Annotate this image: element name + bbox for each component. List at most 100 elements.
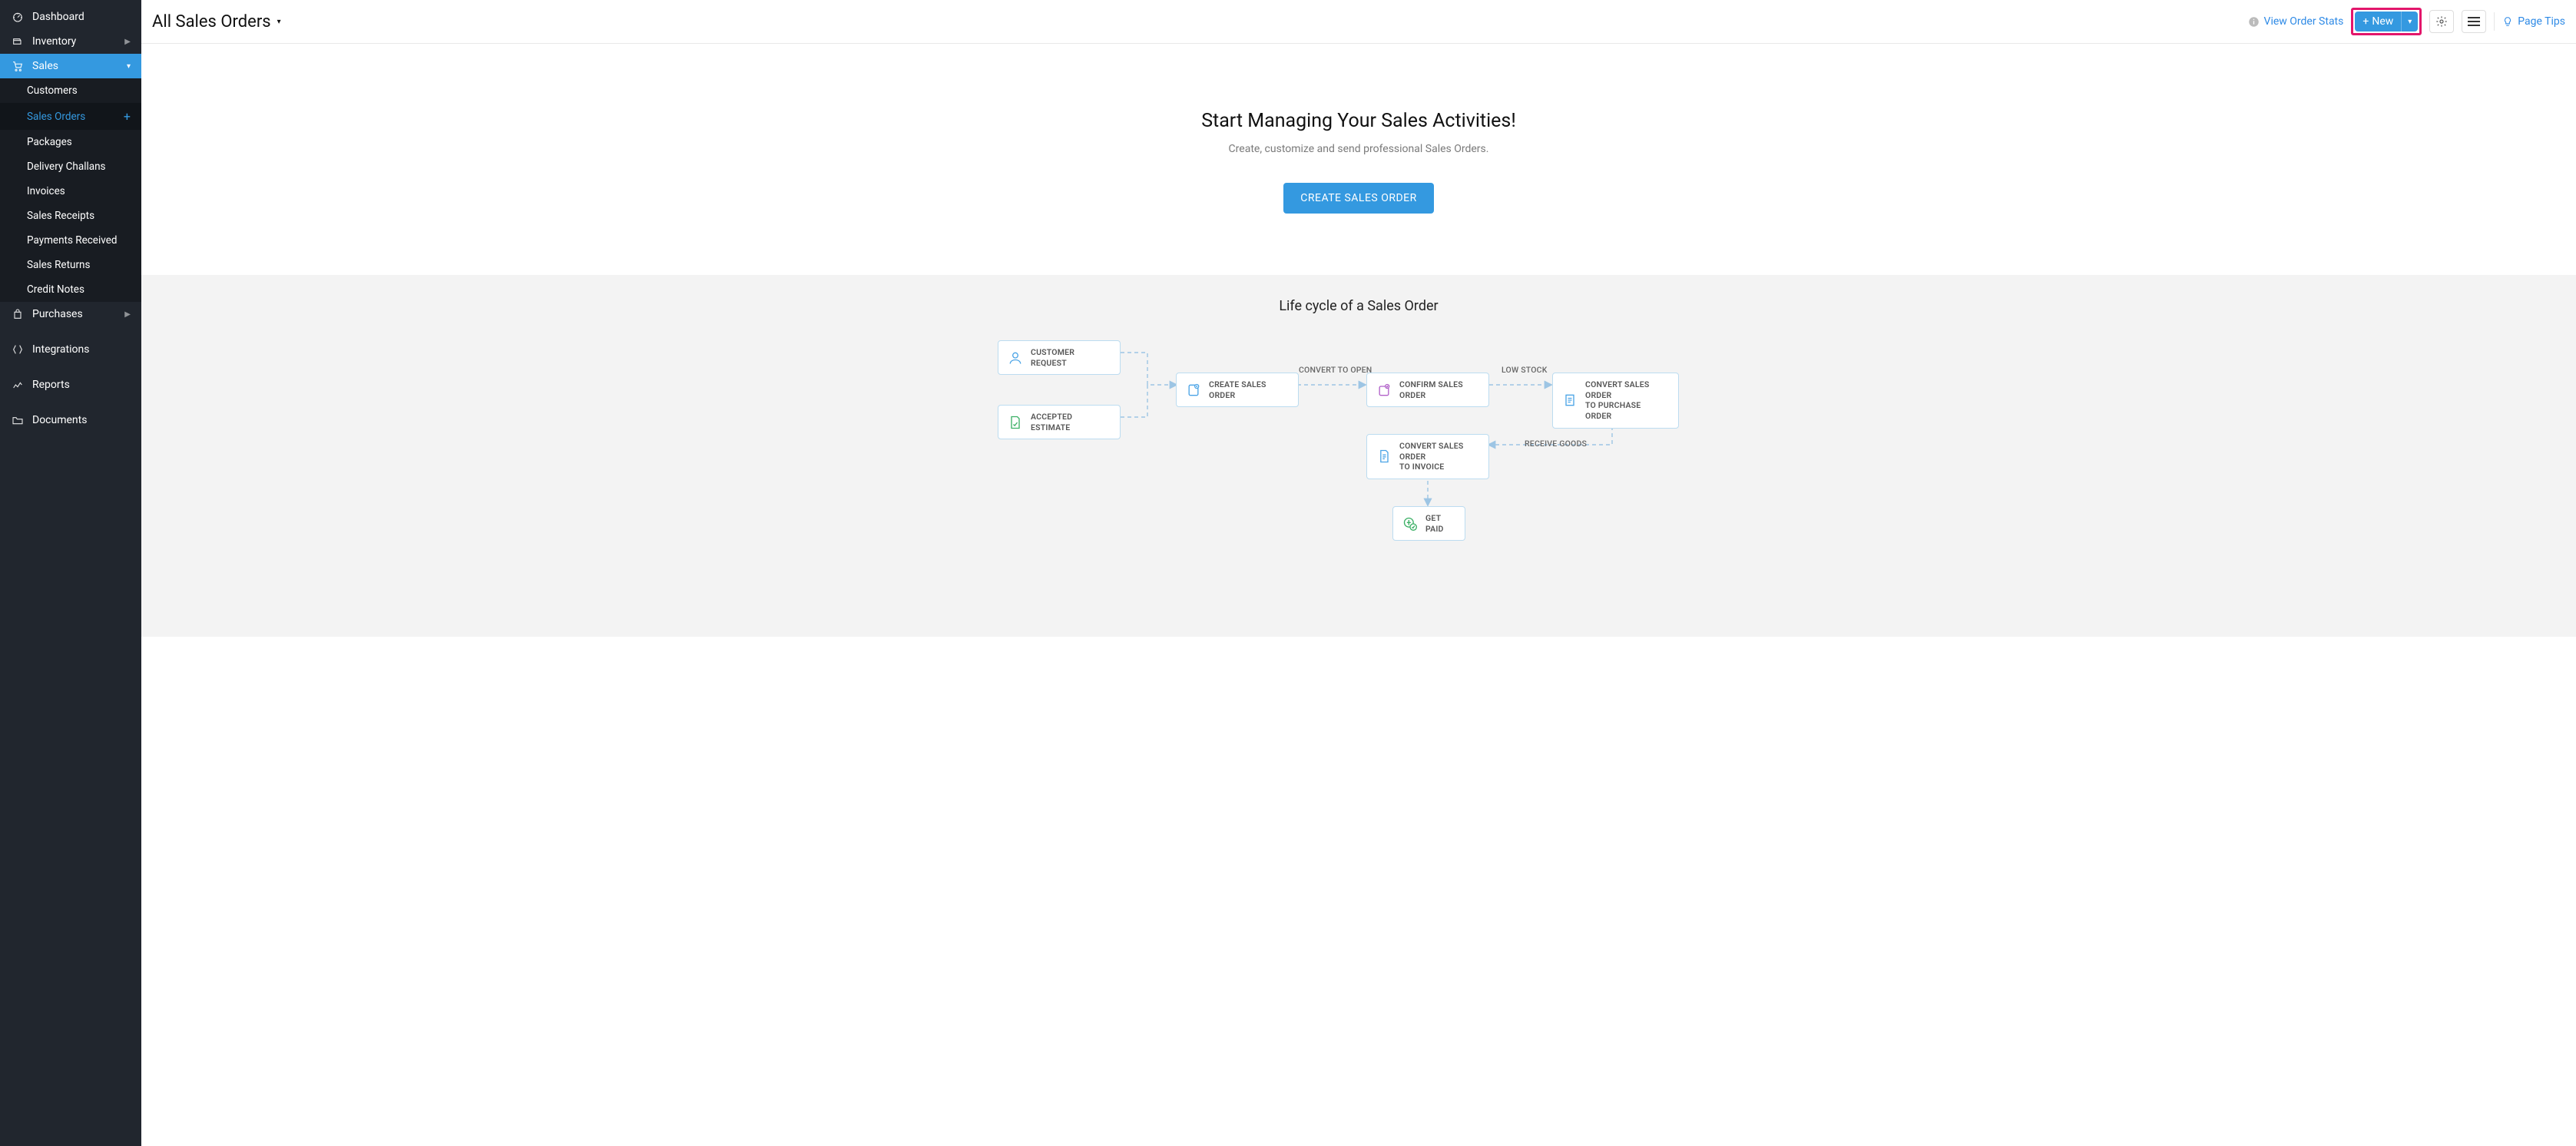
sidebar-item-label: Inventory — [32, 35, 76, 48]
create-sales-order-button[interactable]: CREATE SALES ORDER — [1283, 183, 1434, 214]
empty-state-heading: Start Managing Your Sales Activities! — [157, 110, 2561, 132]
sidebar-item-label: Dashboard — [32, 11, 84, 23]
sidebar-item-sales-returns[interactable]: Sales Returns — [0, 253, 141, 277]
lifecycle-section: Life cycle of a Sales Order — [141, 275, 2576, 637]
settings-button[interactable] — [2429, 10, 2454, 33]
sidebar-item-packages[interactable]: Packages — [0, 130, 141, 154]
new-button-dropdown[interactable]: ▾ — [2401, 12, 2418, 31]
chevron-right-icon: ▶ — [124, 38, 131, 46]
sidebar-item-label: Invoices — [27, 185, 65, 197]
hamburger-icon — [2468, 17, 2480, 26]
flow-node-create-sales-order: CREATE SALES ORDER — [1176, 373, 1299, 407]
sidebar-item-dashboard[interactable]: Dashboard — [0, 5, 141, 29]
node-label: CREATE SALES ORDER — [1209, 379, 1289, 400]
flow-node-convert-to-invoice: CONVERT SALES ORDERTO INVOICE — [1366, 434, 1489, 479]
topbar: All Sales Orders ▾ View Order Stats + Ne… — [141, 0, 2576, 44]
sidebar-item-label: Integrations — [32, 343, 89, 356]
button-label: New — [2372, 15, 2393, 28]
page-tips-link[interactable]: Page Tips — [2502, 15, 2565, 28]
chevron-down-icon: ▾ — [127, 62, 131, 71]
view-order-stats-link[interactable]: View Order Stats — [2248, 15, 2344, 28]
plus-icon[interactable]: + — [124, 109, 131, 124]
flow-label-convert-to-open: CONVERT TO OPEN — [1299, 365, 1372, 375]
lifecycle-title: Life cycle of a Sales Order — [157, 298, 2561, 314]
page-title: All Sales Orders — [152, 12, 271, 31]
plus-icon: + — [2362, 15, 2369, 28]
main-area: All Sales Orders ▾ View Order Stats + Ne… — [141, 0, 2576, 1146]
bag-icon — [11, 308, 25, 320]
node-label: CUSTOMER REQUEST — [1031, 347, 1111, 368]
sidebar-item-label: Sales Orders — [27, 111, 85, 123]
new-button-main[interactable]: + New — [2355, 12, 2401, 31]
sidebar-item-sales-receipts[interactable]: Sales Receipts — [0, 204, 141, 228]
bulb-icon — [2502, 15, 2513, 28]
node-label: GET PAID — [1425, 513, 1455, 534]
sidebar-item-purchases[interactable]: Purchases ▶ — [0, 302, 141, 326]
flow-node-accepted-estimate: ACCEPTED ESTIMATE — [998, 405, 1121, 439]
sidebar-item-documents[interactable]: Documents — [0, 408, 141, 432]
sidebar-item-payments-received[interactable]: Payments Received — [0, 228, 141, 253]
annotation-highlight: + New ▾ — [2351, 8, 2422, 35]
sidebar-item-label: Sales — [32, 60, 58, 72]
new-button[interactable]: + New ▾ — [2355, 12, 2418, 31]
sidebar-item-credit-notes[interactable]: Credit Notes — [0, 277, 141, 302]
inventory-icon — [11, 35, 25, 48]
user-icon — [1008, 350, 1023, 366]
sidebar-item-reports[interactable]: Reports — [0, 373, 141, 397]
node-label: CONVERT SALES ORDERTO INVOICE — [1399, 441, 1479, 472]
sidebar-item-label: Customers — [27, 84, 78, 97]
sidebar-item-inventory[interactable]: Inventory ▶ — [0, 29, 141, 54]
sidebar-item-integrations[interactable]: Integrations — [0, 337, 141, 362]
chevron-down-icon: ▾ — [277, 18, 281, 26]
invoice-icon — [1376, 449, 1392, 464]
sidebar-item-sales-orders[interactable]: Sales Orders + — [0, 103, 141, 130]
dashboard-icon — [11, 11, 25, 23]
menu-button[interactable] — [2462, 10, 2486, 33]
lifecycle-diagram: CUSTOMER REQUEST ACCEPTED ESTIMATE CREAT… — [998, 337, 1720, 575]
create-order-icon — [1186, 383, 1201, 398]
reports-icon — [11, 379, 25, 391]
link-label: View Order Stats — [2264, 15, 2344, 28]
sidebar-subnav-sales: Customers Sales Orders + Packages Delive… — [0, 78, 141, 302]
sidebar-item-label: Documents — [32, 414, 87, 426]
integrations-icon — [11, 343, 25, 356]
sidebar: Dashboard Inventory ▶ Sales ▾ Customers … — [0, 0, 141, 1146]
cart-icon — [11, 60, 25, 72]
sidebar-item-sales[interactable]: Sales ▾ — [0, 54, 141, 78]
paid-icon — [1402, 516, 1418, 532]
flow-node-convert-to-po: CONVERT SALES ORDERTO PURCHASE ORDER — [1552, 373, 1679, 429]
node-label: ACCEPTED ESTIMATE — [1031, 412, 1111, 432]
sidebar-item-label: Payments Received — [27, 234, 117, 247]
flow-node-customer-request: CUSTOMER REQUEST — [998, 340, 1121, 375]
link-label: Page Tips — [2518, 15, 2565, 28]
divider — [2494, 12, 2495, 31]
node-label: CONVERT SALES ORDERTO PURCHASE ORDER — [1585, 379, 1669, 422]
gear-icon — [2435, 15, 2448, 28]
button-label: CREATE SALES ORDER — [1300, 192, 1417, 204]
sidebar-item-label: Credit Notes — [27, 283, 84, 296]
sidebar-item-label: Sales Receipts — [27, 210, 94, 222]
sidebar-item-label: Sales Returns — [27, 259, 90, 271]
estimate-icon — [1008, 415, 1023, 430]
purchase-order-icon — [1562, 392, 1578, 408]
flow-node-confirm-sales-order: CONFIRM SALES ORDER — [1366, 373, 1489, 407]
flow-node-get-paid: GET PAID — [1392, 506, 1465, 541]
info-icon — [2248, 16, 2260, 28]
chevron-right-icon: ▶ — [124, 310, 131, 319]
sidebar-item-label: Purchases — [32, 308, 83, 320]
chevron-down-icon: ▾ — [2408, 18, 2412, 26]
sidebar-item-label: Packages — [27, 136, 72, 148]
page-title-dropdown[interactable]: All Sales Orders ▾ — [152, 12, 281, 31]
folder-icon — [11, 414, 25, 426]
flow-label-low-stock: LOW STOCK — [1502, 365, 1548, 375]
confirm-order-icon — [1376, 383, 1392, 398]
sidebar-item-label: Reports — [32, 379, 70, 391]
flow-label-receive-goods: RECEIVE GOODS — [1525, 439, 1587, 449]
node-label: CONFIRM SALES ORDER — [1399, 379, 1479, 400]
sidebar-item-customers[interactable]: Customers — [0, 78, 141, 103]
sidebar-item-delivery-challans[interactable]: Delivery Challans — [0, 154, 141, 179]
empty-state: Start Managing Your Sales Activities! Cr… — [141, 44, 2576, 275]
empty-state-sub: Create, customize and send professional … — [157, 143, 2561, 155]
sidebar-item-label: Delivery Challans — [27, 161, 106, 173]
sidebar-item-invoices[interactable]: Invoices — [0, 179, 141, 204]
